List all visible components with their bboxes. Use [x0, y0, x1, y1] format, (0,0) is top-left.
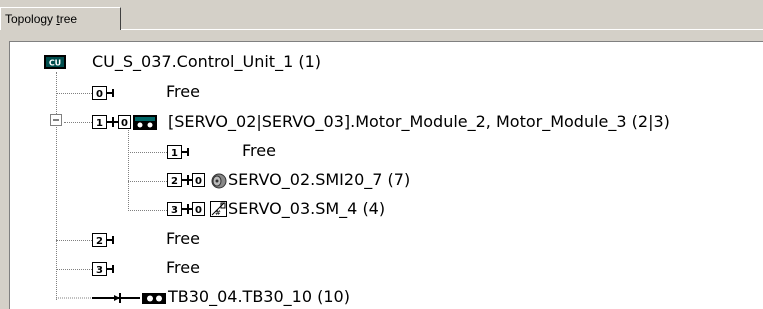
tree-node-label: CU_S_037.Control_Unit_1 (1) [92, 52, 321, 71]
tree-node-label: SERVO_03.SM_4 (4) [228, 199, 386, 218]
tab-label-post: ree [59, 12, 78, 26]
tree-node-label: Free [166, 82, 200, 101]
svg-text:1: 1 [171, 148, 178, 159]
tab-topology-tree[interactable]: Topology tree [0, 7, 121, 30]
svg-text:2: 2 [171, 176, 178, 187]
terminal-board-icon [56, 293, 166, 304]
sensor-module-icon: # [210, 201, 227, 217]
connector-line [56, 269, 92, 270]
motor-module-port-icon: 1 0 [92, 115, 157, 130]
svg-text:2: 2 [96, 236, 103, 247]
tree-node-label: TB30_04.TB30_10 (10) [168, 287, 350, 306]
svg-text:0: 0 [195, 205, 202, 216]
tree-trunk-line [56, 72, 57, 300]
connector-line [128, 181, 167, 182]
svg-text:3: 3 [96, 265, 103, 276]
encoder-port-icon: 3 0 [167, 202, 205, 216]
connector-line [128, 210, 167, 211]
drive-cliq-port-icon: 3 [92, 262, 114, 276]
drive-cliq-port-icon: 0 [92, 86, 114, 100]
drive-cliq-port-icon: 2 [92, 233, 114, 247]
encoder-port-icon: 2 0 [167, 173, 205, 187]
connector-line [128, 152, 167, 153]
collapse-toggle-icon[interactable] [50, 114, 63, 127]
svg-text:3: 3 [171, 205, 178, 216]
connector-line [56, 93, 92, 94]
control-unit-icon: CU [44, 55, 66, 69]
motor-branch-line [128, 130, 129, 211]
motor-encoder-icon [211, 173, 227, 189]
svg-text:0: 0 [96, 89, 103, 100]
drive-cliq-port-icon: 1 [167, 145, 189, 159]
svg-text:CU: CU [49, 59, 61, 68]
svg-text:0: 0 [195, 176, 202, 187]
tree-node-label: Free [166, 229, 200, 248]
svg-text:#: # [215, 209, 221, 217]
tree-node-label: Free [242, 141, 276, 160]
tab-label-pre: Topology [5, 12, 57, 26]
tree-node-label: [SERVO_02|SERVO_03].Motor_Module_2, Moto… [168, 112, 670, 131]
svg-text:1: 1 [96, 118, 103, 129]
connector-line [64, 122, 92, 123]
connector-line [56, 240, 92, 241]
svg-text:0: 0 [121, 118, 128, 129]
tree-node-label: SERVO_02.SMI20_7 (7) [228, 170, 411, 189]
tree-node-label: Free [166, 258, 200, 277]
topology-tree: CU CU_S_037.Control_Unit_1 (1) 0 Free 1 … [0, 0, 763, 309]
